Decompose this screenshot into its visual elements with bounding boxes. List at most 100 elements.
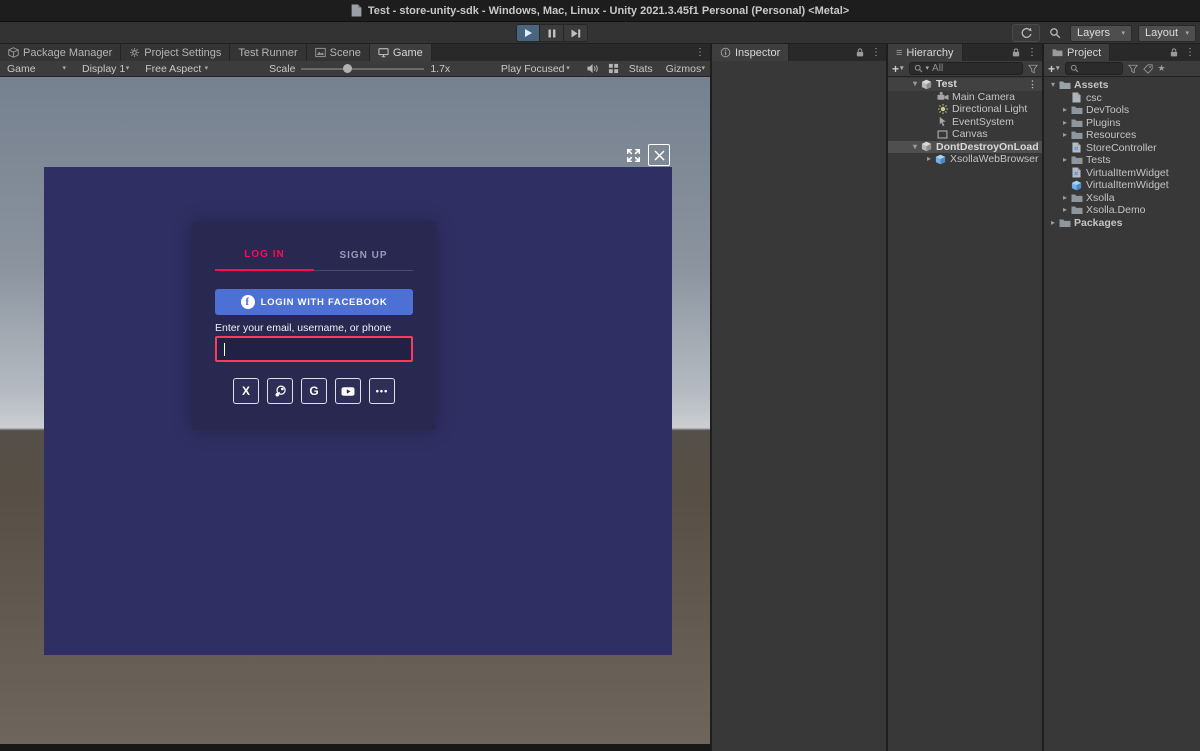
project-row-tests[interactable]: ▸ Tests — [1044, 154, 1200, 167]
project-row-packages[interactable]: ▸ Packages — [1044, 217, 1200, 230]
project-row-resources[interactable]: ▸ Resources — [1044, 129, 1200, 142]
lock-icon[interactable] — [1011, 47, 1021, 58]
tab-inspector[interactable]: Inspector — [712, 44, 789, 61]
hierarchy-search-input[interactable]: ▾ All — [909, 62, 1023, 75]
hierarchy-row-eventsystem[interactable]: EventSystem — [888, 116, 1042, 129]
scene-menu-icon[interactable]: ⋮ — [1039, 142, 1042, 151]
lock-icon[interactable] — [1169, 47, 1179, 58]
social-login-row: X G ••• — [192, 378, 436, 404]
create-asset-button[interactable]: +▾ — [1048, 63, 1060, 75]
foldout-arrow[interactable]: ▸ — [1060, 194, 1070, 202]
layout-dropdown[interactable]: Layout ▾ — [1138, 25, 1196, 42]
google-login-button[interactable]: G — [301, 378, 327, 404]
slider-knob[interactable] — [343, 64, 352, 73]
tab-project[interactable]: Project — [1044, 44, 1110, 61]
folder-icon — [1070, 192, 1083, 204]
hierarchy-row-dontdestroyonload[interactable]: ▾ DontDestroyOnLoad ⋮ — [888, 141, 1042, 154]
pane-menu-icon[interactable]: ⋮ — [1027, 48, 1037, 58]
foldout-arrow[interactable]: ▾ — [910, 80, 920, 88]
search-by-label-icon[interactable] — [1143, 64, 1153, 74]
foldout-arrow[interactable]: ▸ — [1060, 206, 1070, 214]
frame-capture-icon[interactable] — [608, 63, 619, 74]
foldout-arrow[interactable]: ▸ — [1060, 131, 1070, 139]
step-button[interactable] — [564, 24, 588, 42]
foldout-arrow[interactable]: ▸ — [1060, 119, 1070, 127]
hierarchy-row-directional-light[interactable]: Directional Light — [888, 103, 1042, 116]
mute-audio-icon[interactable] — [587, 63, 600, 74]
hierarchy-row-test[interactable]: ▾ Test ⋮ — [888, 78, 1042, 91]
foldout-arrow[interactable]: ▸ — [924, 155, 934, 163]
tab-sign-up[interactable]: SIGN UP — [314, 240, 413, 270]
facebook-login-button[interactable]: f LOGIN WITH FACEBOOK — [215, 289, 413, 315]
scale-label: Scale — [269, 63, 295, 75]
credentials-input[interactable] — [215, 336, 413, 362]
steam-login-button[interactable] — [267, 378, 293, 404]
tab-log-in[interactable]: LOG IN — [215, 240, 314, 271]
project-search-input[interactable] — [1065, 62, 1123, 75]
undo-history-button[interactable] — [1012, 24, 1040, 42]
scale-slider[interactable] — [301, 64, 424, 74]
project-row-storecontroller[interactable]: StoreController — [1044, 142, 1200, 155]
play-button[interactable] — [516, 24, 540, 42]
project-toolbar: +▾ ★ — [1044, 61, 1200, 77]
scene-menu-icon[interactable]: ⋮ — [1028, 80, 1042, 89]
steam-icon — [273, 384, 288, 399]
stats-button[interactable]: Stats — [629, 63, 653, 75]
save-search-icon[interactable]: ★ — [1158, 63, 1166, 74]
create-object-button[interactable]: +▾ — [892, 63, 904, 75]
search-by-type-icon[interactable] — [1128, 64, 1138, 74]
play-focused-dropdown[interactable]: Play Focused▾ — [496, 61, 575, 76]
tab-game[interactable]: Game — [370, 44, 432, 61]
search-value: All — [932, 63, 943, 74]
project-row-virtualitemwidget-script[interactable]: VirtualItemWidget — [1044, 167, 1200, 180]
tab-scene[interactable]: Scene — [307, 44, 370, 61]
hierarchy-row-main-camera[interactable]: Main Camera — [888, 91, 1042, 104]
hierarchy-row-canvas[interactable]: Canvas — [888, 128, 1042, 141]
folder-icon — [1070, 154, 1083, 166]
tab-test-runner[interactable]: Test Runner — [230, 44, 306, 61]
left-tab-strip: Package Manager Project Settings Test Ru… — [0, 44, 710, 61]
foldout-arrow[interactable]: ▸ — [1060, 156, 1070, 164]
pane-menu-icon[interactable]: ⋮ — [695, 48, 705, 58]
pane-menu-icon[interactable]: ⋮ — [871, 48, 881, 58]
lock-icon[interactable] — [855, 47, 865, 58]
folder-icon — [1058, 217, 1071, 229]
foldout-arrow[interactable]: ▾ — [910, 143, 920, 151]
foldout-arrow[interactable]: ▾ — [1048, 81, 1058, 89]
project-row-devtools[interactable]: ▸ DevTools — [1044, 104, 1200, 117]
display-dropdown[interactable]: Display 1▾ — [77, 61, 134, 76]
facebook-icon: f — [241, 295, 255, 309]
search-button[interactable] — [1046, 24, 1064, 42]
x-login-button[interactable]: X — [233, 378, 259, 404]
tab-hierarchy[interactable]: ≡ Hierarchy — [888, 44, 963, 61]
tab-package-manager[interactable]: Package Manager — [0, 44, 121, 61]
layers-dropdown[interactable]: Layers ▾ — [1070, 25, 1132, 42]
folder-icon — [1070, 104, 1083, 116]
gizmos-dropdown[interactable]: Gizmos▾ — [661, 61, 710, 76]
project-row-xsolla-demo[interactable]: ▸ Xsolla.Demo — [1044, 204, 1200, 217]
project-row-virtualitemwidget-prefab[interactable]: VirtualItemWidget — [1044, 179, 1200, 192]
fullscreen-button[interactable] — [622, 144, 644, 166]
foldout-arrow[interactable]: ▸ — [1060, 106, 1070, 114]
aspect-ratio-dropdown[interactable]: Free Aspect▾ — [140, 61, 213, 76]
close-widget-button[interactable] — [648, 144, 670, 166]
youtube-login-button[interactable] — [335, 378, 361, 404]
hierarchy-row-xsollawebbrowser[interactable]: ▸ XsollaWebBrowser — [888, 153, 1042, 166]
main-toolbar: Layers ▾ Layout ▾ — [0, 22, 1200, 44]
pane-menu-icon[interactable]: ⋮ — [1185, 48, 1195, 58]
project-row-xsolla[interactable]: ▸ Xsolla — [1044, 192, 1200, 205]
project-tree: ▾ Assets csc ▸ DevTools ▸ — [1044, 77, 1200, 751]
filter-icon[interactable] — [1028, 64, 1038, 74]
foldout-arrow[interactable]: ▸ — [1048, 219, 1058, 227]
pause-button[interactable] — [540, 24, 564, 42]
project-row-plugins[interactable]: ▸ Plugins — [1044, 117, 1200, 130]
chevron-down-icon: ▾ — [566, 65, 570, 72]
project-row-assets[interactable]: ▾ Assets — [1044, 79, 1200, 92]
scale-value: 1.7x — [430, 63, 456, 75]
unity-scene-icon — [920, 78, 933, 90]
render-target-dropdown[interactable]: Game▾ — [2, 61, 71, 76]
ellipsis-icon: ••• — [376, 386, 388, 396]
tab-project-settings[interactable]: Project Settings — [121, 44, 230, 61]
more-login-options-button[interactable]: ••• — [369, 378, 395, 404]
project-row-csc[interactable]: csc — [1044, 92, 1200, 105]
